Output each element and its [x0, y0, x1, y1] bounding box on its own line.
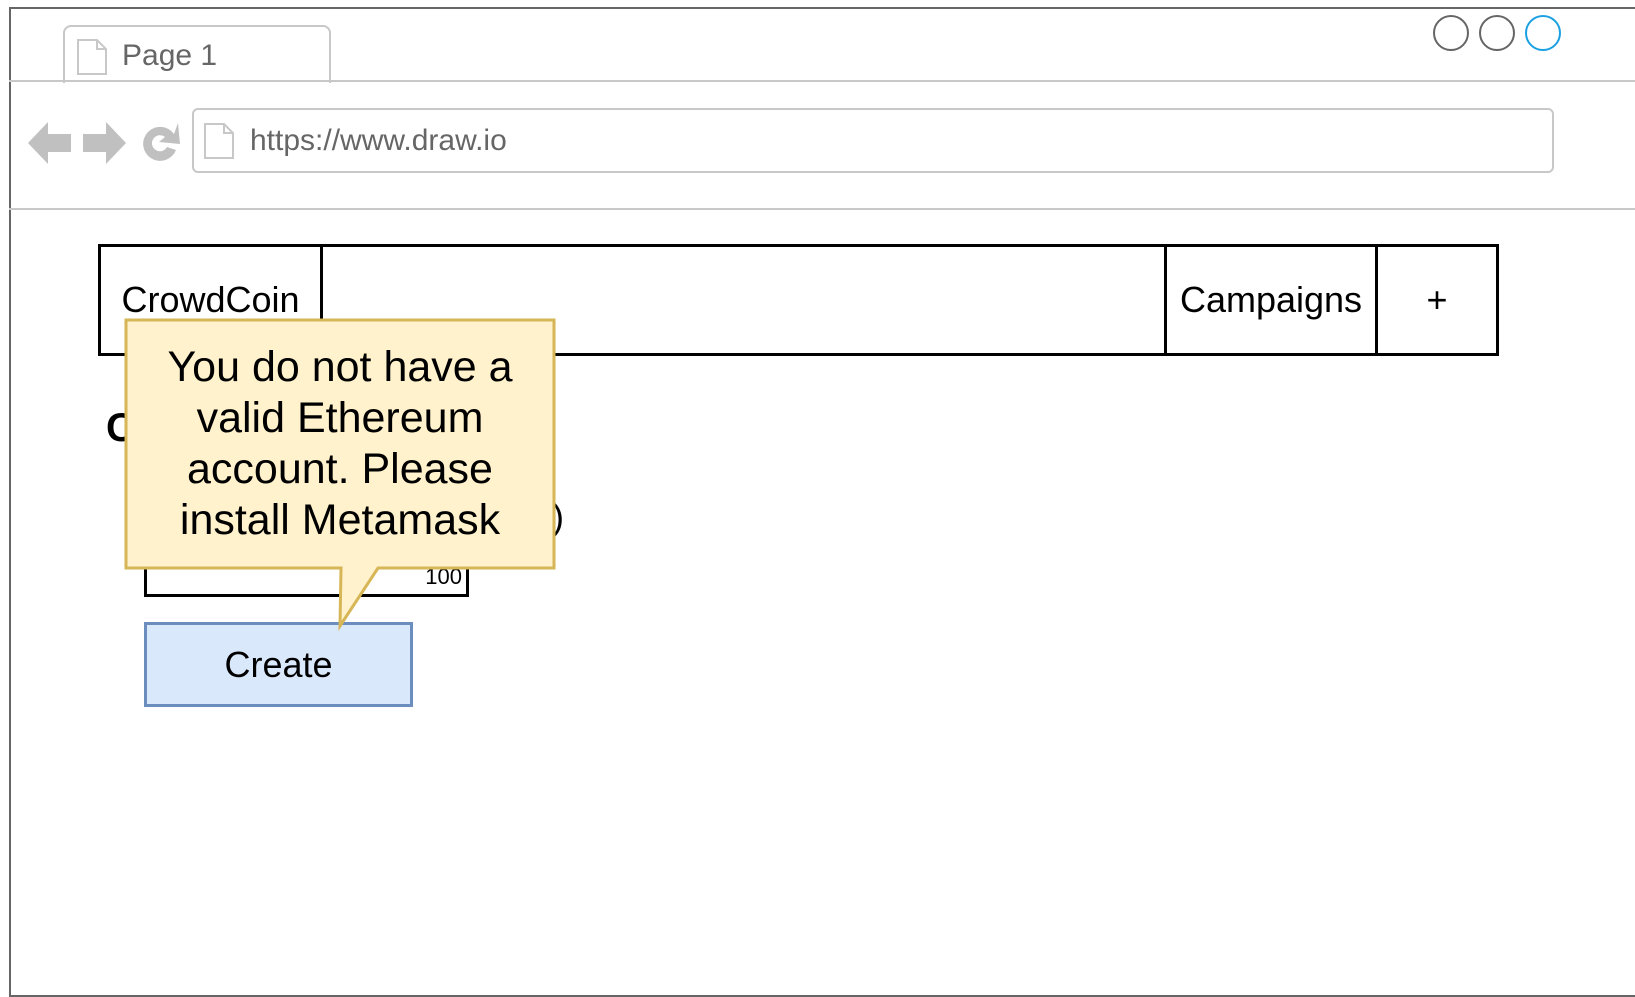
browser-tab[interactable]: Page 1	[63, 25, 331, 83]
tooltip-message: You do not have a valid Ethereum account…	[167, 343, 513, 544]
address-bar[interactable]: https://www.draw.io	[192, 108, 1554, 173]
back-arrow-icon[interactable]	[28, 120, 72, 166]
campaigns-link[interactable]: Campaigns	[1167, 247, 1378, 353]
app-menu-bar: CrowdCoin Campaigns +	[98, 244, 1499, 356]
tab-label: Page 1	[122, 39, 218, 72]
tab-strip-divider	[9, 80, 1635, 82]
page-icon	[77, 39, 107, 75]
toolbar-divider	[9, 208, 1635, 210]
reload-icon[interactable]	[138, 120, 182, 166]
page-icon	[204, 123, 234, 159]
url-text: https://www.draw.io	[250, 124, 507, 157]
forward-arrow-icon[interactable]	[82, 120, 126, 166]
maximize-button[interactable]	[1479, 15, 1515, 51]
menu-spacer	[323, 247, 1167, 353]
brand-link[interactable]: CrowdCoin	[101, 247, 323, 353]
minimum-contribution-input[interactable]	[144, 548, 469, 597]
add-campaign-button[interactable]: +	[1378, 247, 1496, 353]
create-button[interactable]: Create	[144, 622, 413, 707]
close-button[interactable]	[1525, 15, 1561, 51]
minimize-button[interactable]	[1433, 15, 1469, 51]
